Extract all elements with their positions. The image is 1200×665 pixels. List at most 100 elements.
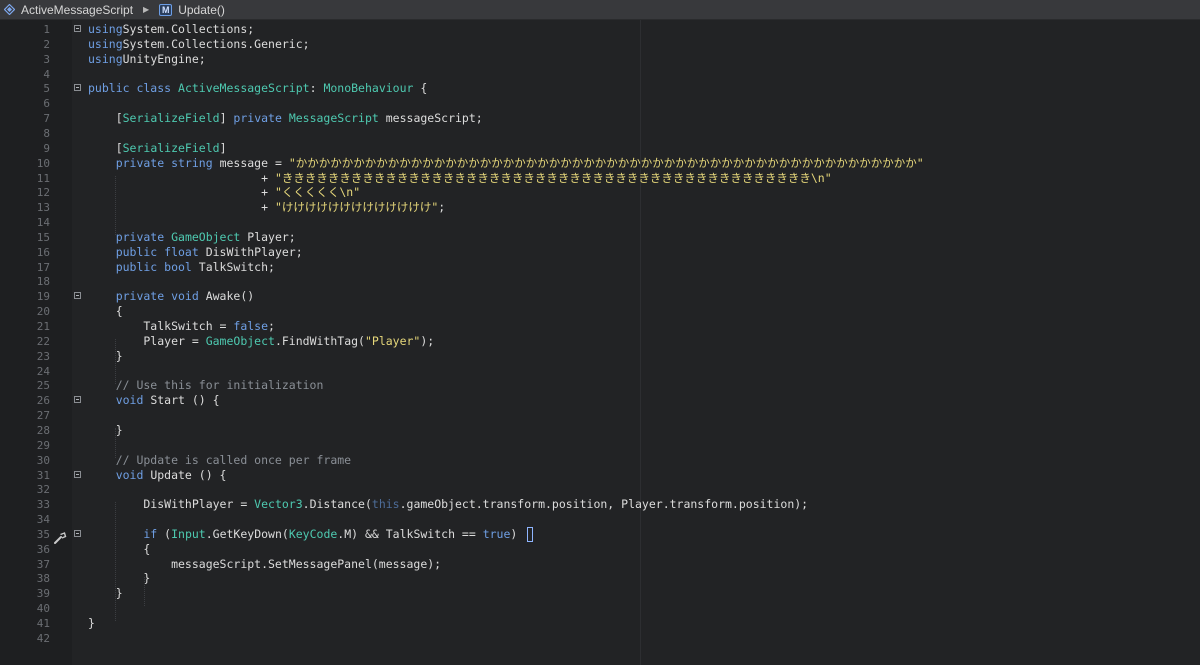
line-number: 19 xyxy=(36,290,50,304)
indent-guide xyxy=(115,175,117,236)
code-line[interactable]: 33 DisWithPlayer = Vector3.Distance(this… xyxy=(0,497,1200,512)
line-number: 25 xyxy=(36,379,50,393)
code-token: using xyxy=(88,22,123,36)
code-token: "けけけけけけけけけけけけけ" xyxy=(274,200,439,215)
line-number: 22 xyxy=(36,334,50,348)
code-line[interactable]: 6 xyxy=(0,96,1200,111)
code-text: messageScript.SetMessagePanel(message); xyxy=(88,557,441,572)
indent-guide xyxy=(115,339,117,384)
code-line[interactable]: 9 [SerializeField] xyxy=(0,141,1200,156)
code-token: using xyxy=(88,36,123,51)
fold-toggle-icon[interactable] xyxy=(74,292,81,300)
indent-guide xyxy=(115,428,117,458)
code-line[interactable]: 22 Player = GameObject.FindWithTag("Play… xyxy=(0,334,1200,349)
line-number: 12 xyxy=(36,186,50,200)
code-text: private GameObject Player; xyxy=(88,230,296,245)
breadcrumb-class[interactable]: ActiveMessageScript xyxy=(0,0,133,19)
code-token: { xyxy=(413,81,428,96)
code-line[interactable]: 23 } xyxy=(0,349,1200,364)
code-token: GameObject xyxy=(205,333,275,348)
code-token: DisWithPlayer = xyxy=(88,497,255,512)
code-line[interactable]: 13 + "けけけけけけけけけけけけけ"; xyxy=(0,200,1200,215)
code-token: GameObject xyxy=(171,229,241,244)
code-line[interactable]: 26 void Start () { xyxy=(0,393,1200,408)
quick-fix-icon[interactable] xyxy=(53,529,67,544)
code-token: public class xyxy=(88,81,179,96)
code-line[interactable]: 18 xyxy=(0,274,1200,289)
code-line[interactable]: 36 { xyxy=(0,542,1200,557)
code-line[interactable]: 31 void Update () { xyxy=(0,468,1200,483)
code-line[interactable]: 15 private GameObject Player; xyxy=(0,230,1200,245)
line-number: 40 xyxy=(36,602,50,616)
code-text: + "ききききききききききききききききききききききききききききききききききききき… xyxy=(88,171,832,186)
code-line[interactable]: 42 xyxy=(0,631,1200,646)
code-line[interactable]: 37 messageScript.SetMessagePanel(message… xyxy=(0,557,1200,572)
code-line[interactable]: 10 private string message = "かかかかかかかかかかか… xyxy=(0,156,1200,171)
code-token: message = xyxy=(219,155,289,170)
code-token: if xyxy=(88,526,165,541)
code-line[interactable]: 24 xyxy=(0,364,1200,379)
code-line[interactable]: 32 xyxy=(0,482,1200,497)
fold-toggle-icon[interactable] xyxy=(74,529,81,537)
code-text: } xyxy=(88,571,150,586)
code-line[interactable]: 16 public float DisWithPlayer; xyxy=(0,245,1200,260)
line-number: 26 xyxy=(36,394,50,408)
code-line[interactable]: 11 + "きききききききききききききききききききききききききききききききききき… xyxy=(0,171,1200,186)
code-line[interactable]: 35 if (Input.GetKeyDown(KeyCode.M) && Ta… xyxy=(0,527,1200,542)
line-number: 13 xyxy=(36,201,50,215)
code-line[interactable]: 34 xyxy=(0,512,1200,527)
code-line[interactable]: 5 public class ActiveMessageScript: MonoB… xyxy=(0,81,1200,96)
line-number: 14 xyxy=(36,216,50,230)
code-line[interactable]: 14 xyxy=(0,215,1200,230)
text-cursor-highlight xyxy=(527,527,533,542)
code-text: usingUnityEngine; xyxy=(88,52,206,67)
code-text: } xyxy=(88,423,123,438)
code-text: // Use this for initialization xyxy=(88,378,324,393)
code-line[interactable]: 19 private void Awake() xyxy=(0,289,1200,304)
code-line[interactable]: 30 // Update is called once per frame xyxy=(0,453,1200,468)
code-line[interactable]: 3 usingUnityEngine; xyxy=(0,52,1200,67)
code-line[interactable]: 8 xyxy=(0,126,1200,141)
code-line[interactable]: 4 xyxy=(0,67,1200,82)
code-token: ) xyxy=(510,526,518,541)
code-token: UnityEngine; xyxy=(122,51,206,66)
code-token: public bool xyxy=(88,259,199,274)
indent-guide xyxy=(144,576,146,607)
code-token: public float xyxy=(88,244,206,259)
code-token: private void xyxy=(88,289,206,304)
code-text: [SerializeField] private MessageScript m… xyxy=(88,111,483,126)
code-line[interactable]: 39 } xyxy=(0,586,1200,601)
code-editor[interactable]: 1 usingSystem.Collections; 2 usingSystem.Co… xyxy=(0,20,1200,665)
code-line[interactable]: 2 usingSystem.Collections.Generic; xyxy=(0,37,1200,52)
code-token: Update () { xyxy=(150,467,227,482)
code-token: TalkSwitch; xyxy=(198,259,275,274)
code-line[interactable]: 12 + "くくくくく\n" xyxy=(0,185,1200,200)
code-token: } xyxy=(88,586,123,601)
code-token: MessageScript xyxy=(288,111,379,126)
line-number: 37 xyxy=(36,557,50,571)
fold-toggle-icon[interactable] xyxy=(74,470,81,478)
breadcrumb-method[interactable]: M Update() xyxy=(159,0,225,19)
code-line[interactable]: 29 xyxy=(0,438,1200,453)
code-line[interactable]: 28 } xyxy=(0,423,1200,438)
code-line[interactable]: 7 [SerializeField] private MessageScript… xyxy=(0,111,1200,126)
code-line[interactable]: 17 public bool TalkSwitch; xyxy=(0,260,1200,275)
code-text: + "けけけけけけけけけけけけけ"; xyxy=(88,200,445,215)
fold-toggle-icon[interactable] xyxy=(74,84,81,92)
code-line[interactable]: 40 xyxy=(0,601,1200,616)
fold-toggle-icon[interactable] xyxy=(74,25,81,32)
code-token: .Distance( xyxy=(302,497,372,512)
code-token: private xyxy=(233,111,289,126)
code-line[interactable]: 27 xyxy=(0,408,1200,423)
code-line[interactable]: 41} xyxy=(0,616,1200,631)
code-text: if (Input.GetKeyDown(KeyCode.M) && TalkS… xyxy=(88,527,517,542)
line-number: 27 xyxy=(36,409,50,423)
code-line[interactable]: 25 // Use this for initialization xyxy=(0,378,1200,393)
code-token: "かかかかかかかかかかかかかかかかかかかかかかかかかかかかかかかかかかかかかかか… xyxy=(288,155,924,170)
code-line[interactable]: 21 TalkSwitch = false; xyxy=(0,319,1200,334)
code-text: void Update () { xyxy=(88,467,227,483)
fold-toggle-icon[interactable] xyxy=(74,396,81,404)
code-line[interactable]: 38 } xyxy=(0,571,1200,586)
code-line[interactable]: 20 { xyxy=(0,304,1200,319)
code-line[interactable]: 1 usingSystem.Collections; xyxy=(0,22,1200,37)
